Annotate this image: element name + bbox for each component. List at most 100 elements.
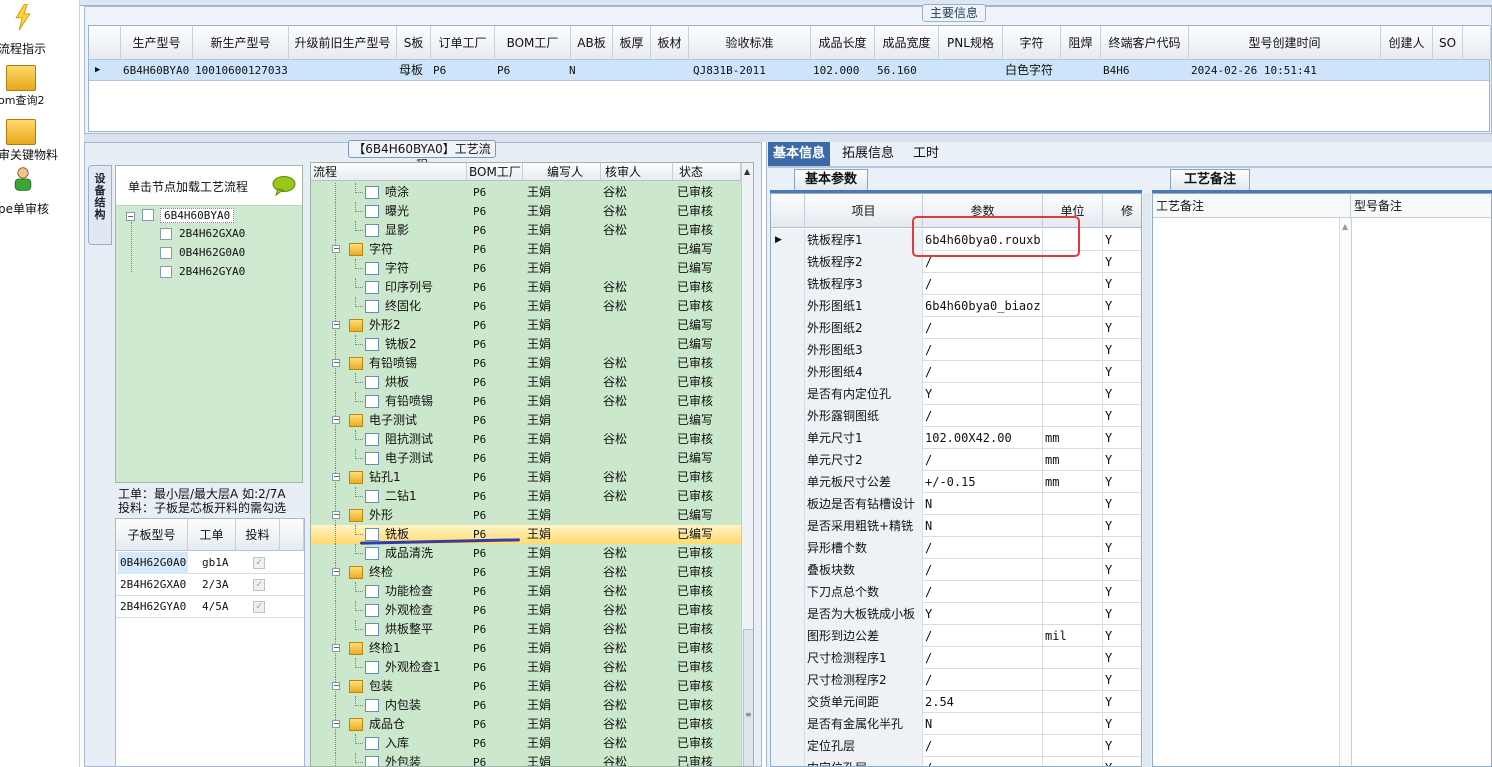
param-row[interactable]: 叠板块数 / Y — [771, 559, 1141, 581]
tab-basic-info[interactable]: 基本信息 — [768, 142, 830, 166]
col-header[interactable]: 验收标准 — [689, 26, 811, 60]
param-value[interactable]: / — [923, 273, 1043, 295]
collapse-icon[interactable]: − — [332, 473, 340, 481]
param-row[interactable]: 铣板程序3/ Y — [771, 273, 1141, 295]
param-value[interactable]: / — [923, 339, 1043, 361]
collapse-icon[interactable]: − — [332, 720, 340, 728]
flow-step-row[interactable]: 有铅喷锡 P6 王娟 谷松 已审核 — [311, 392, 741, 411]
param-value[interactable]: 102.00X42.00 — [923, 427, 1043, 449]
flow-step-row[interactable]: 外观检查 P6 王娟 谷松 已审核 — [311, 601, 741, 620]
col-header[interactable]: 新生产型号 — [193, 26, 289, 60]
remark-scrollbar[interactable]: ▲ — [1339, 218, 1351, 766]
param-row[interactable]: 外形图纸4/ Y — [771, 361, 1141, 383]
flow-group-row[interactable]: − 包装 P6 王娟 谷松 已审核 — [311, 677, 741, 696]
feed-checkbox[interactable]: ✓ — [253, 601, 265, 613]
flow-step-row[interactable]: 入库 P6 王娟 谷松 已审核 — [311, 734, 741, 753]
param-row[interactable]: 图形到边公差 / mil Y — [771, 625, 1141, 647]
col-header[interactable]: 升级前旧生产型号 — [289, 26, 397, 60]
param-value[interactable]: / — [923, 757, 1043, 766]
flow-step-row[interactable]: 内包装 P6 王娟 谷松 已审核 — [311, 696, 741, 715]
tab-basic-params[interactable]: 基本参数 — [794, 169, 868, 191]
table-row[interactable]: ▶ 6B4H60BYA0 10010600127033 母板 P6 P6 N Q… — [89, 60, 1489, 81]
flow-group-row[interactable]: − 有铅喷锡 P6 王娟 谷松 已审核 — [311, 354, 741, 373]
param-value[interactable]: / — [923, 537, 1043, 559]
col-header[interactable]: 核审人 — [601, 163, 673, 181]
collapse-icon[interactable]: − — [332, 245, 340, 253]
col-header[interactable]: 成品长度 — [811, 26, 875, 60]
param-value[interactable]: / — [923, 449, 1043, 471]
param-row[interactable]: 单元板尺寸公差 +/-0.15 mm Y — [771, 471, 1141, 493]
col-header[interactable]: BOM工厂 — [495, 26, 571, 60]
col-header[interactable]: 创建人 — [1381, 26, 1433, 60]
col-header[interactable]: 流程 — [311, 163, 467, 181]
flow-step-row[interactable]: 终固化 P6 王娟 谷松 已审核 — [311, 297, 741, 316]
speech-bubble-icon[interactable] — [272, 176, 296, 196]
col-header[interactable]: 子板型号 — [116, 519, 188, 551]
param-value[interactable]: / — [923, 669, 1043, 691]
param-row[interactable]: 外形露铜图纸 / Y — [771, 405, 1141, 427]
param-value[interactable]: 6b4h60bya0_biaoz... — [923, 295, 1043, 317]
col-header[interactable]: 型号备注 — [1351, 194, 1491, 218]
table-row[interactable]: 2B4H62GXA0 2/3A ✓ — [116, 574, 304, 596]
param-row[interactable]: 外形图纸3/ Y — [771, 339, 1141, 361]
param-row[interactable]: 是否为大板铣成小板 Y Y — [771, 603, 1141, 625]
flow-step-row[interactable]: 烘板整平 P6 王娟 谷松 已审核 — [311, 620, 741, 639]
flow-group-row[interactable]: − 终检 P6 王娟 谷松 已审核 — [311, 563, 741, 582]
param-row[interactable]: 定位孔层 / Y — [771, 735, 1141, 757]
param-value[interactable]: Y — [923, 383, 1043, 405]
collapse-icon[interactable]: − — [332, 416, 340, 424]
param-row[interactable]: 内定位孔层/ Y — [771, 757, 1141, 766]
collapse-icon[interactable]: − — [332, 359, 340, 367]
param-value[interactable]: / — [923, 559, 1043, 581]
flow-group-row[interactable]: − 成品仓 P6 王娟 谷松 已审核 — [311, 715, 741, 734]
param-value[interactable]: Y — [923, 603, 1043, 625]
param-row[interactable]: 异形槽个数 / Y — [771, 537, 1141, 559]
col-header[interactable]: BOM工厂 — [467, 163, 523, 181]
param-value[interactable]: / — [923, 647, 1043, 669]
col-header[interactable]: 工艺备注 — [1153, 194, 1351, 218]
col-header[interactable]: 型号创建时间 — [1189, 26, 1381, 60]
param-value[interactable]: 2.54 — [923, 691, 1043, 713]
flow-step-row[interactable]: 曝光 P6 王娟 谷松 已审核 — [311, 202, 741, 221]
col-header[interactable]: 状态 — [673, 163, 741, 181]
col-header[interactable]: S板 — [397, 26, 431, 60]
flow-step-row[interactable]: 外观检查1 P6 王娟 谷松 已审核 — [311, 658, 741, 677]
cell-order[interactable]: gb1A — [200, 552, 234, 573]
col-header[interactable]: 字符 — [1003, 26, 1061, 60]
splitter-bar[interactable] — [1143, 193, 1151, 767]
scroll-up-icon[interactable]: ▲ — [1340, 218, 1351, 231]
flow-group-row[interactable]: − 外形 P6 王娟 已编写 — [311, 506, 741, 525]
param-row[interactable]: 是否有内定位孔 Y Y — [771, 383, 1141, 405]
tree-node-child[interactable]: 2B4H62GYA0 — [179, 265, 245, 278]
feed-checkbox[interactable]: ✓ — [253, 579, 265, 591]
splitter-bar[interactable] — [84, 134, 1492, 142]
param-value[interactable]: / — [923, 361, 1043, 383]
param-value[interactable]: / — [923, 581, 1043, 603]
flow-group-row[interactable]: − 钻孔1 P6 王娟 谷松 已审核 — [311, 468, 741, 487]
flow-step-row[interactable]: 烘板 P6 王娟 谷松 已审核 — [311, 373, 741, 392]
feed-checkbox[interactable]: ✓ — [253, 557, 265, 569]
collapse-icon[interactable]: − — [332, 682, 340, 690]
flow-step-row[interactable]: 字符 P6 王娟 已编写 — [311, 259, 741, 278]
flow-group-row[interactable]: − 电子测试 P6 王娟 已编写 — [311, 411, 741, 430]
flow-step-row[interactable]: 阻抗测试 P6 王娟 谷松 已审核 — [311, 430, 741, 449]
flow-step-row[interactable]: 外包装 P6 王娟 谷松 已审核 — [311, 753, 741, 766]
cell-order[interactable]: 2/3A — [200, 574, 234, 595]
param-row[interactable]: 尺寸检测程序1/ Y — [771, 647, 1141, 669]
scroll-thumb[interactable] — [743, 629, 753, 766]
param-value[interactable]: / — [923, 735, 1043, 757]
tab-work-hours[interactable]: 工时 — [904, 142, 948, 166]
col-header[interactable]: 修改 — [1103, 194, 1141, 228]
col-header[interactable]: AB板 — [571, 26, 613, 60]
cell-order[interactable]: 4/5A — [200, 596, 234, 617]
param-value[interactable]: N — [923, 713, 1043, 735]
collapse-icon[interactable]: − — [332, 321, 340, 329]
col-header[interactable]: 成品宽度 — [875, 26, 939, 60]
collapse-icon[interactable]: − — [126, 212, 135, 221]
tab-process-remark[interactable]: 工艺备注 — [1170, 169, 1250, 191]
param-value[interactable]: N — [923, 515, 1043, 537]
param-row[interactable]: 交货单元间距 2.54 Y — [771, 691, 1141, 713]
tree-node-child[interactable]: 2B4H62GXA0 — [179, 227, 245, 240]
scroll-up-icon[interactable]: ▲ — [744, 167, 750, 176]
param-row[interactable]: 下刀点总个数 / Y — [771, 581, 1141, 603]
